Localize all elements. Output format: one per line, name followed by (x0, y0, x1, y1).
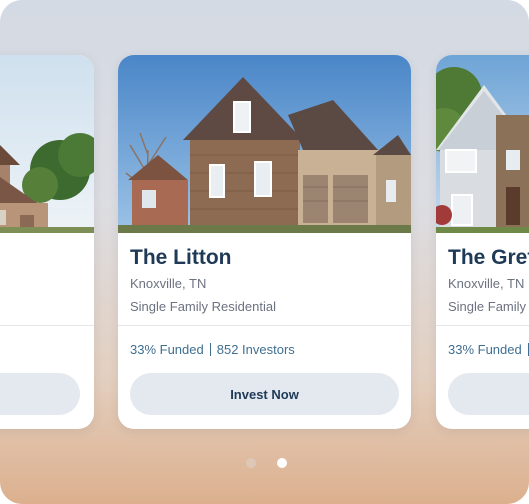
property-photo (118, 55, 411, 233)
investor-count: 852 Investors (216, 342, 295, 357)
funded-percent: 33% Funded (448, 342, 522, 357)
pagination-dot-2-active[interactable] (277, 458, 287, 468)
pagination-dot-1[interactable] (246, 458, 256, 468)
property-location: Knoxville, TN (130, 276, 207, 291)
funding-stats: 33% Funded 852 Investors (130, 342, 295, 357)
property-card-next[interactable]: The Gret Knoxville, TN Single Family R 3… (436, 55, 529, 429)
invest-now-button[interactable] (0, 373, 80, 415)
funding-stats: 33% Funded (448, 342, 529, 357)
invest-now-button[interactable] (448, 373, 529, 415)
card-divider (118, 325, 411, 326)
stats-separator (209, 343, 211, 356)
property-title: The Litton (130, 246, 232, 269)
carousel-pagination (246, 458, 287, 468)
property-type: Single Family Residential (130, 299, 276, 314)
property-location: Knoxville, TN (448, 276, 525, 291)
property-type: Single Family R (448, 299, 529, 314)
invest-now-button[interactable]: Invest Now (130, 373, 399, 415)
property-title: The Gret (448, 246, 529, 269)
property-photo (0, 55, 94, 233)
card-divider (436, 325, 529, 326)
property-photo (436, 55, 529, 233)
funded-percent: 33% Funded (130, 342, 204, 357)
property-carousel: The Litton Knoxville, TN Single Family R… (0, 0, 529, 504)
card-divider (0, 325, 94, 326)
property-card-the-litton[interactable]: The Litton Knoxville, TN Single Family R… (118, 55, 411, 429)
property-card-prev[interactable] (0, 55, 94, 429)
